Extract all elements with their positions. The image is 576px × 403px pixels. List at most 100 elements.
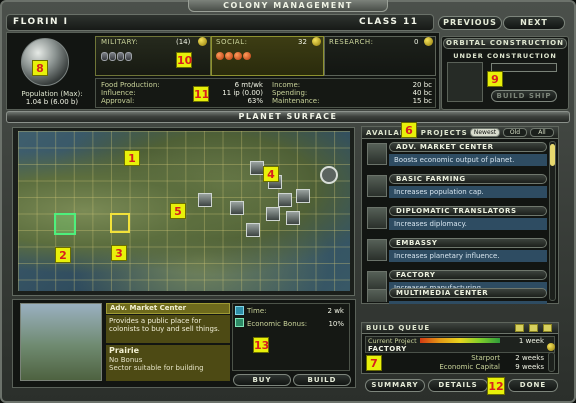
income-value: 20 bc	[412, 81, 432, 89]
marker-5: 5	[170, 203, 186, 219]
building-tile[interactable]	[198, 193, 212, 207]
marker-7: 7	[366, 355, 382, 371]
building-tile[interactable]	[250, 161, 264, 175]
project-desc: Increases diplomacy.	[389, 218, 547, 230]
building-tile[interactable]	[296, 189, 310, 203]
project-name: Embassy	[389, 238, 547, 248]
queue-up-icon[interactable]	[515, 324, 524, 332]
marker-2: 2	[55, 247, 71, 263]
income-label: Income:	[272, 81, 301, 89]
building-tile[interactable]	[246, 223, 260, 237]
multimedia-icon	[367, 289, 387, 302]
scroll-thumb[interactable]	[550, 144, 555, 166]
window-title-bar: Colony Management	[188, 0, 388, 12]
time-value: 2 wk	[327, 307, 344, 315]
filter-all-tab[interactable]: All	[530, 128, 554, 137]
project-name: Adv. Market Center	[389, 142, 547, 152]
build-ship-button[interactable]: Build Ship	[491, 90, 557, 102]
project-item[interactable]: Diplomatic Translators Increases diplomac…	[365, 205, 547, 237]
queue-item-time: 9 weeks	[515, 363, 544, 371]
social-icons	[216, 52, 252, 62]
social-label: Social:	[216, 38, 248, 46]
marker-3: 3	[111, 245, 127, 261]
queue-item-name: Starport	[471, 354, 500, 362]
military-ship-icon	[101, 52, 108, 61]
filter-newest-tab[interactable]: Newest	[470, 128, 500, 137]
detail-preview-image	[20, 303, 102, 381]
selected-tile[interactable]	[54, 213, 76, 235]
queue-item-name: Economic Capital	[439, 363, 500, 371]
marker-13: 13	[253, 337, 270, 353]
window-title: Colony Management	[223, 1, 353, 10]
orbital-ship-slot	[447, 62, 483, 102]
project-item[interactable]: Basic Farming Increases population cap.	[365, 173, 547, 205]
orbital-subtitle: Under construction	[453, 52, 557, 60]
spaceport-icon[interactable]	[320, 166, 338, 184]
building-tile[interactable]	[286, 211, 300, 225]
projects-scrollbar[interactable]	[549, 141, 556, 301]
marker-1: 1	[124, 150, 140, 166]
previous-label: Previous	[443, 18, 497, 27]
population-label: Population (Max):	[21, 90, 83, 98]
military-count: (14)	[176, 38, 191, 46]
done-button[interactable]: Done	[508, 379, 558, 392]
done-label: Done	[519, 381, 547, 389]
military-ship-icon	[117, 52, 124, 61]
buy-label: Buy	[252, 376, 272, 384]
influence-value: 11 ip (0.00)	[222, 89, 263, 97]
research-label: Research:	[329, 38, 374, 46]
marker-8: 8	[32, 60, 48, 76]
queue-down-icon[interactable]	[543, 324, 552, 332]
project-desc: Increases planetary influence.	[389, 250, 547, 262]
summary-label: Summary	[371, 381, 419, 389]
economic-bonus-icon	[235, 318, 244, 327]
surface-title-bar: Planet Surface	[6, 111, 570, 123]
previous-button[interactable]: Previous	[438, 16, 502, 30]
planet-class: Class 11	[359, 17, 419, 27]
bonus-value: 10%	[328, 320, 344, 328]
details-label: Details	[438, 381, 478, 389]
spending-value: 40 bc	[412, 89, 432, 97]
marker-11: 11	[193, 86, 210, 102]
influence-label: Influence:	[101, 89, 136, 97]
summary-button[interactable]: Summary	[365, 379, 425, 392]
approval-value: 63%	[247, 97, 263, 105]
details-button[interactable]: Details	[428, 379, 488, 392]
approval-label: Approval:	[101, 97, 135, 105]
queue-scrollbar[interactable]	[548, 352, 555, 372]
research-value: 0	[414, 38, 419, 46]
project-item[interactable]: Embassy Increases planetary influence.	[365, 237, 547, 269]
build-queue-title: Build Queue	[366, 324, 431, 332]
time-label: Time:	[247, 307, 267, 315]
food-value: 6 mt/wk	[234, 81, 263, 89]
build-ship-label: Build Ship	[496, 92, 552, 100]
queue-remove-icon[interactable]	[529, 324, 538, 332]
building-tile[interactable]	[266, 207, 280, 221]
maintenance-value: 15 bc	[412, 97, 432, 105]
highlighted-tile[interactable]	[110, 213, 130, 233]
social-happy-icon	[225, 52, 233, 60]
buy-button[interactable]: Buy	[233, 374, 291, 386]
project-item-partial[interactable]: Multimedia Center	[365, 287, 549, 302]
project-name: Factory	[389, 270, 547, 280]
marker-12: 12	[487, 377, 505, 395]
current-project-name: Factory	[368, 345, 407, 353]
orbital-title-bar: Orbital Construction	[443, 38, 567, 49]
project-name: Multimedia Center	[389, 288, 547, 298]
building-tile[interactable]	[278, 193, 292, 207]
social-coin-icon	[312, 37, 321, 46]
building-tile[interactable]	[230, 201, 244, 215]
current-project-coin-icon	[547, 343, 555, 351]
time-icon	[235, 306, 244, 315]
build-button[interactable]: Build	[293, 374, 351, 386]
filter-old-tab[interactable]: Old	[503, 128, 527, 137]
header-bar: Florin I Class 11	[6, 14, 434, 31]
next-button[interactable]: Next	[503, 16, 565, 30]
project-name: Basic Farming	[389, 174, 547, 184]
marker-10: 10	[176, 52, 193, 68]
build-queue-title-bar: Build Queue	[362, 323, 558, 334]
current-project-time: 1 week	[518, 337, 544, 345]
marker-6: 6	[401, 122, 417, 138]
project-item[interactable]: Adv. Market Center Boosts economic output…	[365, 141, 547, 173]
next-label: Next	[520, 18, 548, 27]
